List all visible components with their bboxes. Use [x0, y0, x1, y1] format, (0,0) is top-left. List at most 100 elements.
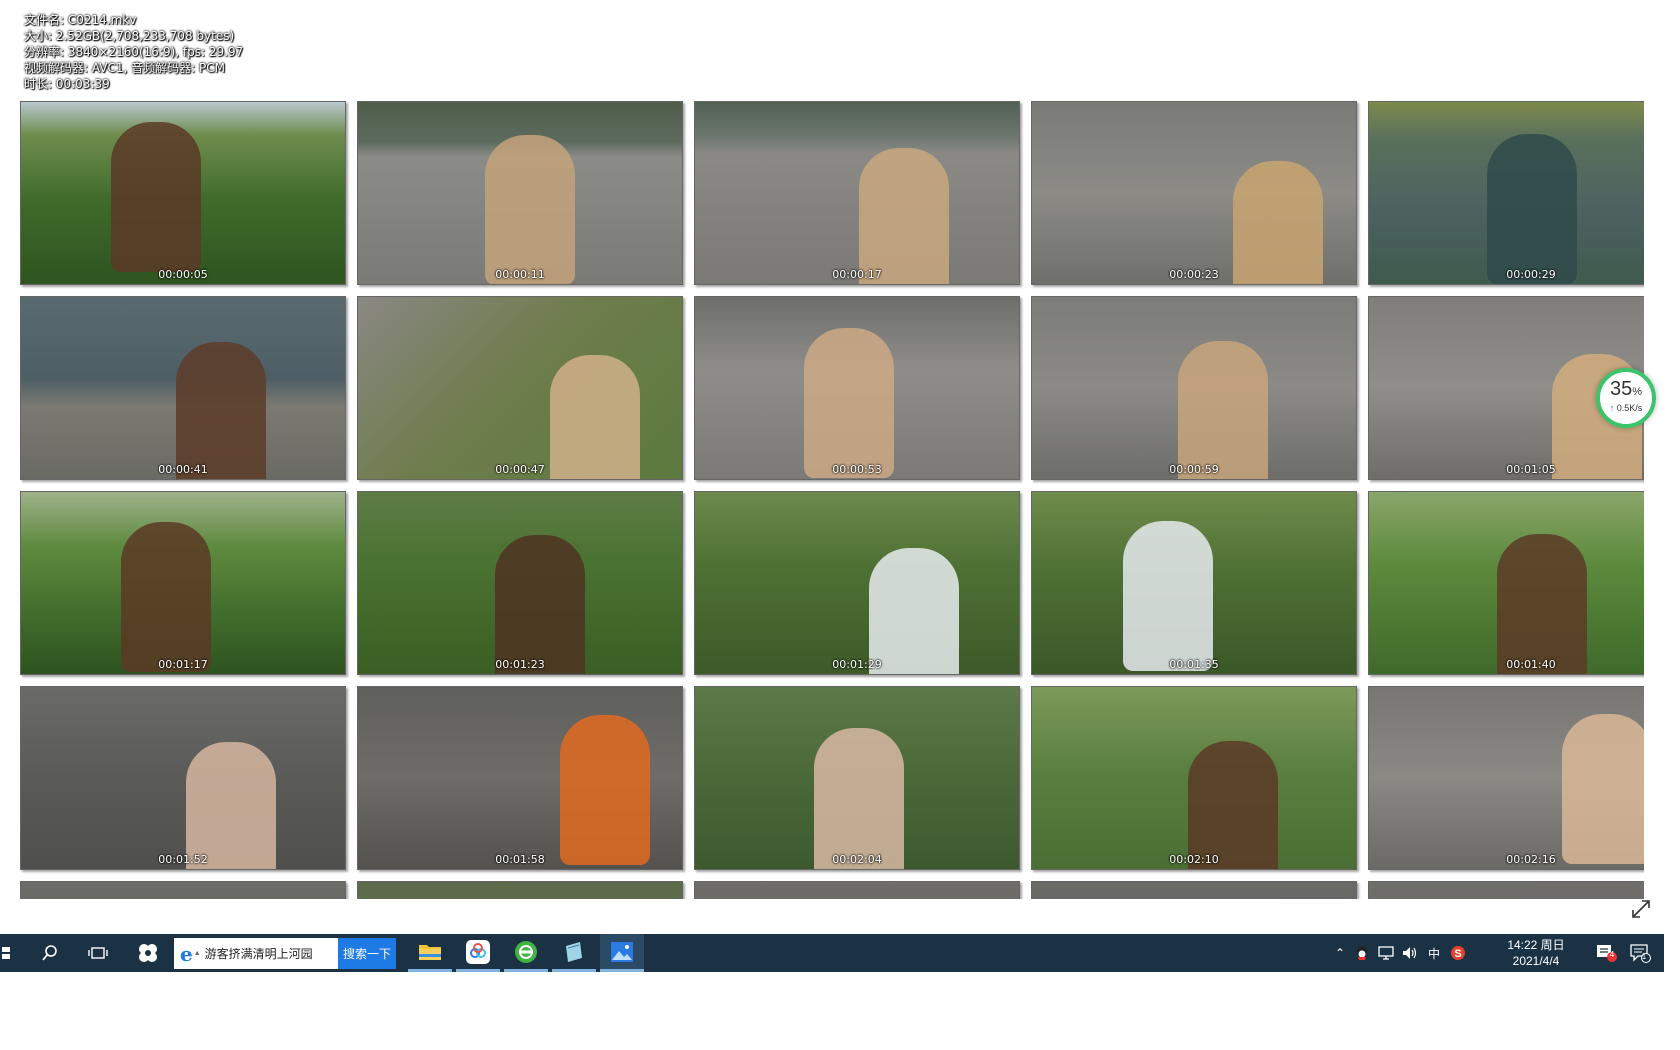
thumbnail-subject: [1178, 341, 1268, 479]
thumbnail-timestamp: 00:01:52: [158, 853, 208, 866]
clock-time: 14:22 周日: [1507, 938, 1565, 952]
network-tray-icon[interactable]: [1374, 946, 1398, 960]
thumbnail-timestamp: 00:00:11: [495, 268, 545, 281]
video-thumbnail[interactable]: 00:00:23: [1031, 101, 1357, 285]
video-thumbnail[interactable]: [20, 881, 346, 899]
thumbnail-subject: [121, 522, 211, 672]
qq-tray-icon[interactable]: [1350, 945, 1374, 961]
sogou-ime-icon[interactable]: S: [1446, 945, 1470, 961]
video-thumbnail[interactable]: 00:00:59: [1031, 296, 1357, 480]
video-thumbnail[interactable]: 00:01:23: [357, 491, 683, 675]
cloud-icon: [466, 939, 490, 964]
video-thumbnail[interactable]: [1031, 881, 1357, 899]
file-size: 大小: 2.52GB(2,708,233,708 bytes): [24, 29, 235, 43]
video-thumbnail[interactable]: 00:01:40: [1368, 491, 1644, 675]
task-view-icon: [88, 947, 108, 959]
thumbnail-subject: [1188, 741, 1278, 869]
clock-date: 2021/4/4: [1512, 954, 1560, 968]
video-thumbnail[interactable]: [357, 881, 683, 899]
video-thumbnail[interactable]: 00:00:47: [357, 296, 683, 480]
video-thumbnail[interactable]: 00:00:17: [694, 101, 1020, 285]
search-text: 游客挤满清明上河园: [204, 947, 313, 961]
ime-indicator[interactable]: 中: [1422, 945, 1446, 962]
pinwheel-icon: [139, 944, 157, 962]
video-thumbnail[interactable]: 00:01:35: [1031, 491, 1357, 675]
thumbnail-timestamp: 00:00:17: [832, 268, 882, 281]
video-thumbnail[interactable]: 00:01:52: [20, 686, 346, 870]
thumbnail-timestamp: 00:00:23: [1169, 268, 1219, 281]
thumbnail-timestamp: 00:00:53: [832, 463, 882, 476]
file-codecs: 视频解码器: AVC1, 音频解码器: PCM: [24, 61, 225, 75]
taskbar-360-browser[interactable]: [504, 934, 548, 972]
video-thumbnail[interactable]: 00:00:53: [694, 296, 1020, 480]
thumbnail-timestamp: 00:00:05: [158, 268, 208, 281]
thumbnail-subject: [804, 328, 894, 478]
file-resolution: 分辨率: 3840×2160(16:9), fps: 29.97: [24, 45, 244, 59]
search-go-button[interactable]: 搜索一下: [338, 938, 396, 969]
tray-chevron-up-icon[interactable]: ⌃: [1330, 946, 1350, 960]
video-thumbnail[interactable]: 00:02:10: [1031, 686, 1357, 870]
upload-arrow-icon: ↑: [1609, 403, 1615, 413]
notification-app-button[interactable]: 4: [1594, 934, 1620, 972]
volume-tray-icon[interactable]: [1398, 946, 1422, 960]
ie-icon: e: [180, 941, 193, 966]
video-thumbnail[interactable]: 00:00:29: [1368, 101, 1644, 285]
search-icon: [42, 945, 57, 961]
video-thumbnail[interactable]: 00:01:17: [20, 491, 346, 675]
taskbar-file-explorer[interactable]: [408, 934, 452, 972]
video-thumbnail[interactable]: 00:02:04: [694, 686, 1020, 870]
search-button[interactable]: [30, 934, 70, 972]
thumbnail-timestamp: 00:00:29: [1506, 268, 1556, 281]
video-thumbnail[interactable]: 00:01:29: [694, 491, 1020, 675]
expand-icon[interactable]: [1630, 898, 1652, 920]
thumbnail-timestamp: 00:00:47: [495, 463, 545, 476]
notebook-icon: [566, 941, 582, 962]
thumbnail-subject: [550, 355, 640, 479]
start-button[interactable]: [0, 934, 14, 972]
thumbnail-timestamp: 00:01:58: [495, 853, 545, 866]
video-thumbnail[interactable]: [1368, 881, 1644, 899]
thumbnail-subject: [1562, 714, 1644, 864]
thumbnail-timestamp: 00:02:04: [832, 853, 882, 866]
thumbnail-subject: [186, 742, 276, 869]
thumbnail-timestamp: 00:02:16: [1506, 853, 1556, 866]
thumbnail-timestamp: 00:01:17: [158, 658, 208, 671]
action-center-button[interactable]: 1: [1628, 934, 1654, 972]
speed-rate: 0.5K/s: [1616, 403, 1643, 413]
thumbnail-timestamp: 00:01:29: [832, 658, 882, 671]
thumbnail-subject: [1123, 521, 1213, 671]
windows-logo-icon: [2, 947, 10, 959]
file-duration: 时长: 00:03:39: [24, 77, 110, 91]
network-speed-widget[interactable]: 35% ↑ 0.5K/s: [1596, 368, 1656, 428]
taskbar-clock[interactable]: 14:22 周日 2021/4/4: [1486, 937, 1586, 969]
video-thumbnail[interactable]: 00:00:41: [20, 296, 346, 480]
video-thumbnail[interactable]: [694, 881, 1020, 899]
taskbar-photos-app[interactable]: [600, 934, 644, 972]
video-thumbnail[interactable]: 00:00:11: [357, 101, 683, 285]
thumbnail-subject: [1487, 134, 1577, 284]
video-thumbnail[interactable]: 00:01:58: [357, 686, 683, 870]
taskbar-baidu-netdisk[interactable]: [456, 934, 500, 972]
thumbnail-subject: [176, 342, 266, 479]
thumbnail-timestamp: 00:00:59: [1169, 463, 1219, 476]
notification-count-badge: 4: [1609, 950, 1615, 959]
thumbnail-subject: [859, 148, 949, 284]
thumbnail-grid: 00:00:05 00:00:11 00:00:17 00:00:23 00:00:29…: [20, 101, 1644, 899]
photos-icon: [611, 941, 633, 962]
video-thumbnail[interactable]: 00:02:16: [1368, 686, 1644, 870]
taskbar: e ▲ 游客挤满清明上河园 搜索一下 ⌃ 中 S 14:22 周日 2021/4…: [0, 934, 1664, 972]
taskbar-notepad-app[interactable]: [552, 934, 596, 972]
action-center-badge: 1: [1641, 952, 1647, 961]
task-view-button[interactable]: [78, 934, 118, 972]
thumbnail-timestamp: 00:01:35: [1169, 658, 1219, 671]
pinwheel-app-button[interactable]: [126, 934, 170, 972]
thumbnail-timestamp: 00:01:40: [1506, 658, 1556, 671]
thumbnail-subject: [560, 715, 650, 865]
thumbnail-subject: [111, 122, 201, 272]
video-thumbnail[interactable]: 00:00:05: [20, 101, 346, 285]
speed-percent-unit: %: [1632, 386, 1643, 398]
thumbnail-subject: [485, 135, 575, 284]
thumbnail-subject: [1233, 161, 1323, 284]
thumbnail-subject: [495, 535, 585, 674]
file-info-overlay: 文件名: C0214.mkv 大小: 2.52GB(2,708,233,708 …: [24, 12, 243, 92]
